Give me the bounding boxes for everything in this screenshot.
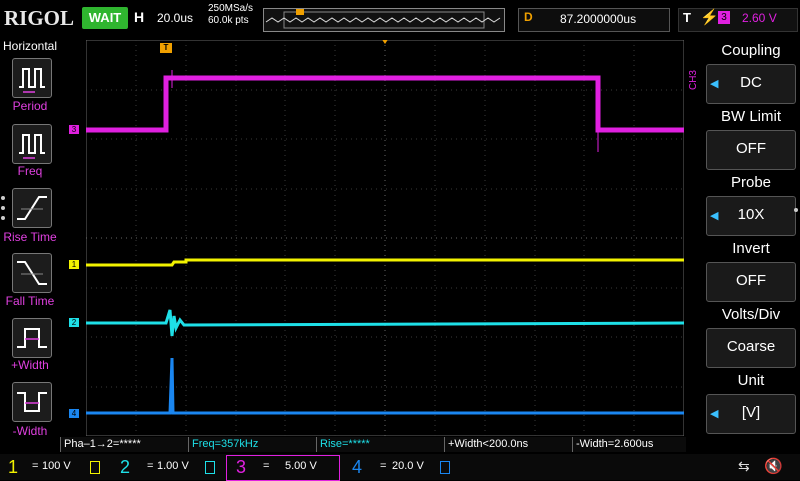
ch2-coupling: = bbox=[147, 460, 154, 472]
horizontal-badge: H bbox=[134, 9, 145, 25]
negative-width-label: -Width bbox=[12, 424, 48, 438]
delay-value[interactable]: 87.2000000us bbox=[560, 12, 636, 26]
memory-overview-waveform bbox=[265, 9, 501, 29]
page-dot bbox=[1, 206, 5, 210]
unit-title: Unit bbox=[737, 372, 765, 389]
usb-icon: ⇆ bbox=[738, 458, 750, 474]
trigger-label: T bbox=[683, 10, 691, 25]
ch3-coupling: = bbox=[263, 460, 270, 472]
coupling-title: Coupling bbox=[721, 42, 781, 59]
trigger-source: 3 bbox=[718, 11, 730, 24]
memory-window-overview bbox=[263, 8, 505, 32]
ch2-bw-icon bbox=[205, 461, 215, 474]
ch1-bw-icon bbox=[90, 461, 100, 474]
trigger-box[interactable] bbox=[678, 8, 798, 32]
positive-width-icon[interactable] bbox=[12, 318, 52, 358]
invert-value: OFF bbox=[736, 272, 766, 289]
rising-edge-icon: ⚡ bbox=[700, 9, 719, 26]
rise-time-label: Rise Time bbox=[3, 230, 57, 244]
period-icon[interactable] bbox=[12, 58, 52, 98]
ch1-coupling: = bbox=[32, 460, 39, 472]
ch4-bw-icon bbox=[440, 461, 450, 474]
measurement-pos-width[interactable]: +Width<200.0ns bbox=[444, 437, 572, 452]
ch3-scale[interactable]: 5.00 V bbox=[285, 460, 317, 472]
page-dot bbox=[794, 208, 798, 212]
timebase-value[interactable]: 20.0us bbox=[157, 11, 193, 25]
ch4-marker[interactable]: 4 bbox=[69, 409, 79, 418]
probe-value: 10X bbox=[737, 206, 765, 223]
probe-title: Probe bbox=[730, 174, 772, 191]
volts-div-value: Coarse bbox=[726, 338, 776, 355]
measurement-phase[interactable]: Pha–1→2=***** bbox=[60, 437, 188, 452]
brand-logo: RIGOL bbox=[4, 6, 75, 30]
ch4-coupling: = bbox=[380, 460, 387, 472]
ch3-marker[interactable]: 3 bbox=[69, 125, 79, 134]
waveform-display[interactable] bbox=[86, 40, 684, 436]
ch3-number[interactable]: 3 bbox=[236, 455, 246, 479]
page-dot bbox=[1, 216, 5, 220]
freq-label: Freq bbox=[17, 164, 43, 178]
channel-tag: CH3 bbox=[688, 70, 699, 91]
menu-title: Horizontal bbox=[3, 39, 58, 53]
page-dot bbox=[1, 196, 5, 200]
invert-title: Invert bbox=[732, 240, 770, 257]
fall-time-label: Fall Time bbox=[5, 294, 55, 308]
ch4-number[interactable]: 4 bbox=[352, 455, 362, 479]
measurement-neg-width[interactable]: -Width=2.600us bbox=[572, 437, 686, 452]
ch1-number[interactable]: 1 bbox=[8, 455, 18, 479]
measurement-rise[interactable]: Rise=***** bbox=[316, 437, 444, 452]
fall-time-icon[interactable] bbox=[12, 253, 52, 293]
run-state-badge[interactable]: WAIT bbox=[82, 7, 128, 29]
bw-limit-value: OFF bbox=[736, 140, 766, 157]
period-label: Period bbox=[12, 99, 48, 113]
ch2-marker[interactable]: 2 bbox=[69, 318, 79, 327]
coupling-value: DC bbox=[740, 74, 762, 91]
trigger-level[interactable]: 2.60 V bbox=[742, 11, 777, 25]
sample-info: 250MSa/s 60.0k pts bbox=[208, 3, 253, 27]
ch4-scale[interactable]: 20.0 V bbox=[392, 460, 424, 472]
ch1-marker[interactable]: 1 bbox=[69, 260, 79, 269]
rise-time-icon[interactable] bbox=[12, 188, 52, 228]
freq-icon[interactable] bbox=[12, 124, 52, 164]
ch1-scale[interactable]: 100 V bbox=[42, 460, 71, 472]
memory-depth: 60.0k pts bbox=[208, 15, 249, 26]
trigger-marker: T bbox=[160, 43, 172, 53]
negative-width-icon[interactable] bbox=[12, 382, 52, 422]
speaker-mute-icon[interactable]: 🔇 bbox=[764, 457, 783, 475]
delay-label: D bbox=[524, 10, 533, 24]
sample-rate: 250MSa/s bbox=[208, 3, 254, 14]
ch2-number[interactable]: 2 bbox=[120, 455, 130, 479]
measurement-freq[interactable]: Freq=357kHz bbox=[188, 437, 316, 452]
ch2-scale[interactable]: 1.00 V bbox=[157, 460, 189, 472]
volts-div-title: Volts/Div bbox=[721, 306, 781, 323]
unit-value: [V] bbox=[741, 404, 761, 421]
positive-width-label: +Width bbox=[11, 358, 49, 372]
bw-limit-title: BW Limit bbox=[721, 108, 781, 125]
